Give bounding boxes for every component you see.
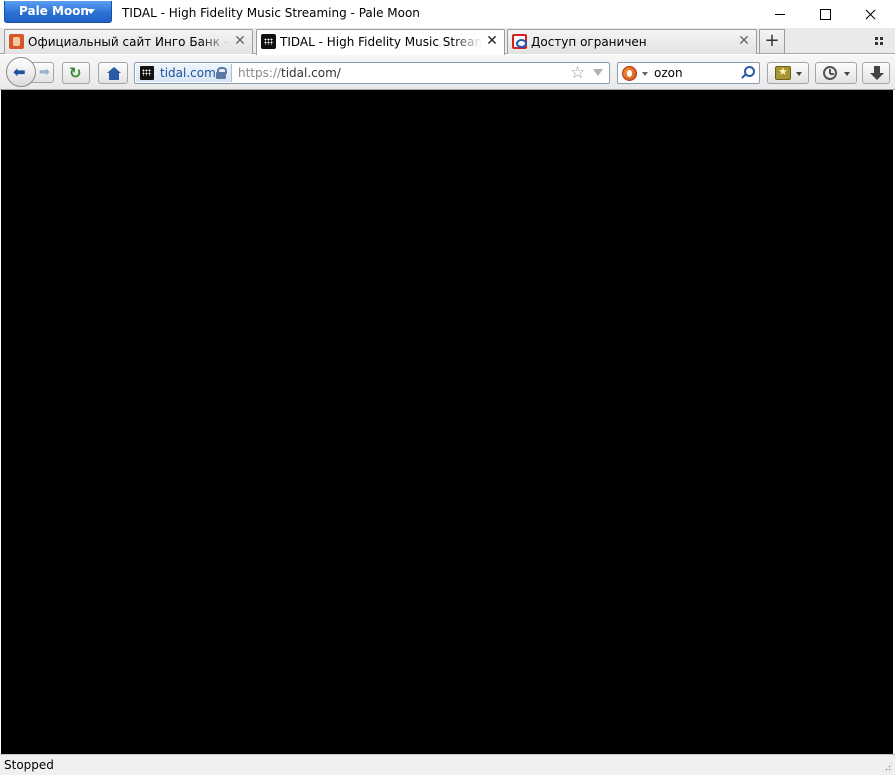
navigation-toolbar: ⬅ ➡ ↻ tidal.com https://tidal.com/ ☆ ozo… — [0, 55, 895, 90]
reload-icon: ↻ — [69, 64, 82, 82]
ingo-bank-favicon-icon — [9, 34, 24, 49]
new-tab-button[interactable]: + — [759, 29, 785, 53]
tab-ingo-bank[interactable]: Официальный сайт Инго Банк — деб ✕ — [4, 29, 253, 54]
maximize-button[interactable] — [803, 2, 847, 26]
back-arrow-icon: ⬅ — [13, 63, 26, 81]
status-bar: Stopped — [0, 754, 895, 775]
home-button[interactable] — [98, 62, 128, 84]
forward-arrow-icon: ➡ — [39, 65, 50, 80]
downloads-button[interactable] — [862, 62, 890, 84]
site-identity-box[interactable]: tidal.com — [136, 64, 232, 82]
bookmark-star-icon[interactable]: ☆ — [570, 63, 585, 83]
bookmarks-icon — [775, 65, 791, 80]
restricted-favicon-icon — [512, 34, 527, 49]
chevron-down-icon — [796, 72, 802, 76]
tab-label: TIDAL - High Fidelity Music Streaming — [280, 35, 482, 49]
chevron-down-icon — [844, 72, 850, 76]
pale-moon-menu-button[interactable]: Pale Moon — [4, 1, 112, 23]
close-window-button[interactable] — [848, 2, 892, 26]
tab-access-restricted[interactable]: Доступ ограничен ✕ — [507, 29, 757, 54]
search-bar[interactable]: ozon — [617, 62, 760, 84]
back-button[interactable]: ⬅ — [6, 57, 36, 87]
url-bar[interactable]: tidal.com https://tidal.com/ ☆ — [134, 62, 610, 84]
page-content[interactable] — [1, 90, 893, 754]
chevron-down-icon — [87, 9, 95, 14]
clock-icon — [823, 66, 837, 80]
url-scheme: https:// — [238, 66, 282, 80]
tab-tidal[interactable]: TIDAL - High Fidelity Music Streaming ✕ — [256, 29, 505, 55]
lock-icon — [216, 67, 227, 79]
tab-label: Доступ ограничен — [531, 35, 647, 49]
tab-close-icon[interactable]: ✕ — [738, 34, 750, 48]
search-engine-icon[interactable] — [622, 66, 637, 81]
search-input[interactable]: ozon — [654, 66, 683, 80]
tab-label: Официальный сайт Инго Банк — деб — [28, 35, 230, 49]
app-menu-label: Pale Moon — [19, 4, 89, 18]
url-host-path: tidal.com/ — [281, 66, 341, 80]
title-bar: Pale Moon TIDAL - High Fidelity Music St… — [0, 0, 895, 28]
identity-host: tidal.com — [160, 66, 216, 80]
tab-strip: Официальный сайт Инго Банк — деб ✕ TIDAL… — [0, 28, 895, 55]
tab-close-icon[interactable]: ✕ — [486, 34, 498, 48]
history-button[interactable] — [815, 62, 857, 84]
window-title: TIDAL - High Fidelity Music Streaming - … — [122, 6, 420, 20]
resize-grip-icon[interactable] — [882, 762, 892, 772]
tab-close-icon[interactable]: ✕ — [234, 34, 246, 48]
list-all-tabs-icon[interactable] — [873, 35, 885, 47]
search-icon[interactable] — [740, 66, 755, 80]
minimize-button[interactable] — [758, 2, 802, 26]
bookmarks-button[interactable] — [767, 62, 809, 84]
chevron-down-icon[interactable] — [642, 72, 648, 76]
url-input[interactable]: https://tidal.com/ — [238, 66, 341, 80]
download-arrow-icon — [870, 66, 884, 80]
tidal-favicon-icon — [261, 34, 276, 49]
status-text: Stopped — [4, 758, 54, 772]
reload-button[interactable]: ↻ — [62, 62, 90, 84]
url-history-dropdown-icon[interactable] — [593, 69, 603, 76]
home-icon — [107, 67, 121, 80]
tidal-favicon-icon — [140, 66, 154, 80]
